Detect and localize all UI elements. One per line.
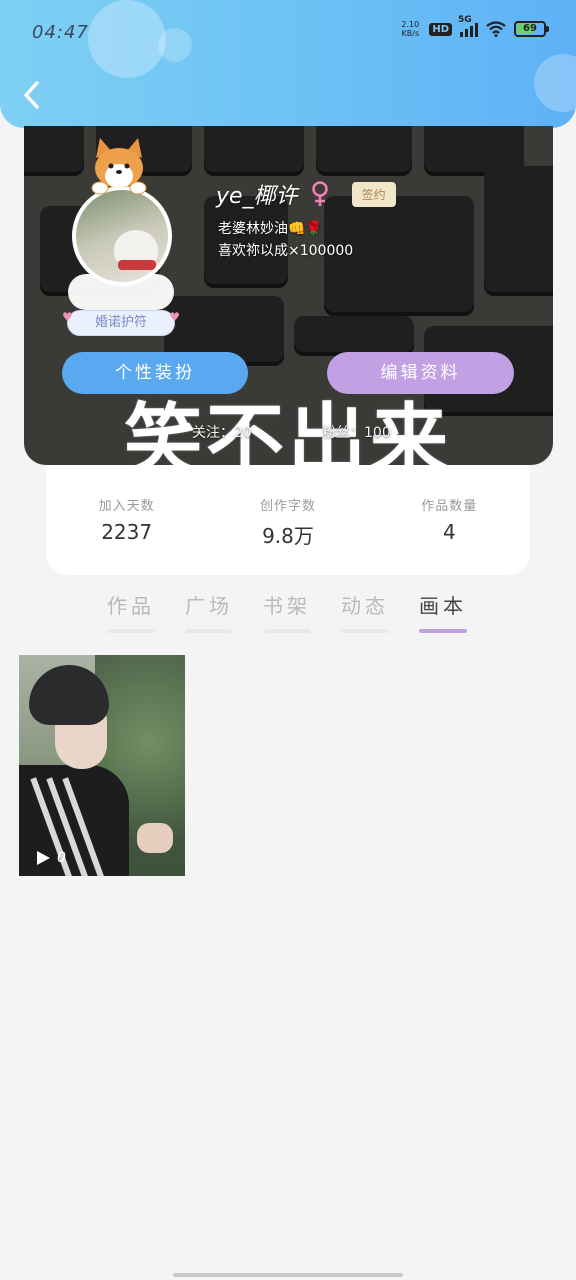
play-count-value: 0 bbox=[57, 850, 66, 866]
tab-bookshelf[interactable]: 书架 bbox=[248, 590, 326, 642]
status-icons: 2.10 KB/s HD 5G 69 bbox=[399, 15, 549, 38]
stat-value: 9.8万 bbox=[262, 524, 314, 548]
name-row: ye_椰许 签约 bbox=[216, 178, 396, 210]
tab-label: 动态 bbox=[341, 594, 389, 618]
heart-icon: ♥ bbox=[169, 310, 180, 324]
following-count[interactable]: 关注：20 bbox=[192, 422, 252, 442]
stat-word-count: 创作字数 9.8万 bbox=[218, 495, 358, 575]
avatar-badge-label: 婚诺护符 bbox=[94, 315, 147, 330]
profile-card: 笑不出来 ♥ 婚诺护符 ♥ ye_椰许 签约 老婆林妙油👊🌹 喜欢祢以成×100… bbox=[24, 126, 553, 465]
avatar bbox=[72, 186, 172, 286]
bio-line: 喜欢祢以成×100000 bbox=[218, 243, 354, 259]
net-speed-value: 2.10 bbox=[401, 20, 420, 29]
tab-picturebook[interactable]: 画本 bbox=[404, 590, 482, 642]
outfit-button[interactable]: 个性装扮 bbox=[62, 352, 248, 394]
signal-icon: 5G bbox=[458, 15, 478, 37]
tab-works[interactable]: 作品 bbox=[92, 590, 170, 642]
stat-join-days: 加入天数 2237 bbox=[57, 495, 197, 575]
female-icon bbox=[311, 181, 328, 206]
decor-bubble bbox=[534, 54, 576, 112]
stat-value: 4 bbox=[442, 520, 456, 544]
username: ye_椰许 bbox=[216, 184, 298, 209]
profile-tabs: 作品 广场 书架 动态 画本 bbox=[92, 590, 492, 642]
decor-bubble bbox=[88, 0, 166, 78]
edit-profile-button[interactable]: 编辑资料 bbox=[327, 352, 514, 394]
tab-label: 书架 bbox=[263, 594, 311, 618]
home-indicator[interactable] bbox=[173, 1273, 403, 1277]
gallery-video-item[interactable]: 0 bbox=[19, 655, 185, 876]
bio-line: 老婆林妙油👊🌹 bbox=[218, 221, 323, 237]
tab-underline bbox=[107, 629, 155, 633]
stat-label: 创作字数 bbox=[259, 499, 316, 514]
chevron-left-icon bbox=[24, 81, 39, 109]
battery-icon: 69 bbox=[514, 21, 549, 37]
stat-works-count: 作品数量 4 bbox=[379, 495, 519, 575]
tab-square[interactable]: 广场 bbox=[170, 590, 248, 642]
hd-icon: HD bbox=[429, 22, 452, 36]
net-speed: 2.10 KB/s bbox=[399, 20, 421, 38]
battery-level: 69 bbox=[523, 23, 537, 34]
tab-label: 画本 bbox=[419, 594, 467, 618]
back-button[interactable] bbox=[18, 78, 48, 112]
stat-label: 作品数量 bbox=[421, 499, 478, 514]
status-time: 04:47 bbox=[32, 22, 89, 43]
followers-count[interactable]: 粉丝：100 bbox=[322, 422, 391, 442]
header: 04:47 2.10 KB/s HD 5G 69 bbox=[0, 0, 576, 128]
tab-underline bbox=[185, 629, 233, 633]
play-count: 0 bbox=[35, 850, 66, 866]
bio: 老婆林妙油👊🌹 喜欢祢以成×100000 bbox=[218, 218, 353, 262]
tab-label: 作品 bbox=[107, 594, 155, 618]
stat-value: 2237 bbox=[101, 520, 153, 544]
heart-icon: ♥ bbox=[62, 310, 73, 324]
play-icon bbox=[37, 851, 50, 865]
network-type: 5G bbox=[458, 15, 472, 25]
net-speed-unit: KB/s bbox=[401, 29, 420, 38]
stats-panel: 加入天数 2237 创作字数 9.8万 作品数量 4 bbox=[46, 465, 530, 575]
tab-underline bbox=[263, 629, 311, 633]
corgi-icon bbox=[91, 138, 147, 195]
avatar-frame[interactable] bbox=[64, 138, 184, 328]
tab-underline bbox=[341, 629, 389, 633]
avatar-badge[interactable]: ♥ 婚诺护符 ♥ bbox=[62, 310, 180, 336]
stat-label: 加入天数 bbox=[98, 499, 155, 514]
wifi-icon bbox=[486, 21, 506, 37]
sign-badge[interactable]: 签约 bbox=[351, 181, 396, 207]
tab-underline bbox=[419, 629, 467, 633]
decor-bubble bbox=[158, 28, 192, 62]
tab-moments[interactable]: 动态 bbox=[326, 590, 404, 642]
tab-label: 广场 bbox=[185, 594, 233, 618]
